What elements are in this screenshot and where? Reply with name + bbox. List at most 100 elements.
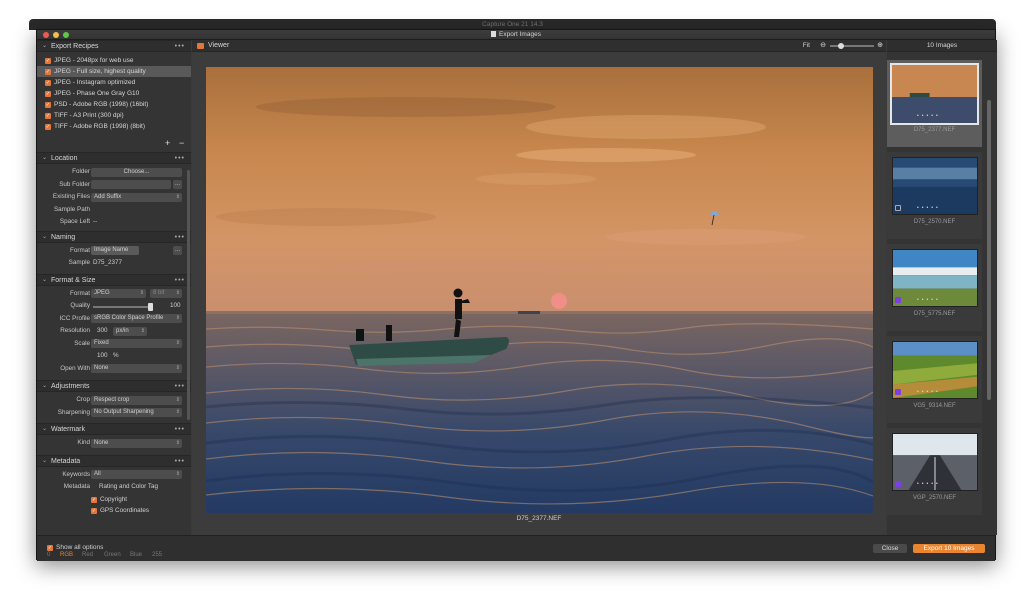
thumbnail[interactable]: ••••• D75_2570.NEF xyxy=(887,152,982,239)
window-title-text: Export Images xyxy=(499,31,541,38)
thumbnail[interactable]: ••••• D75_5775.NEF xyxy=(887,244,982,331)
section-title: Watermark xyxy=(51,426,85,433)
thumbnail[interactable]: ••••• VG5_9314.NEF xyxy=(887,336,982,423)
existing-files-select[interactable]: Add Suffix ⇕ xyxy=(91,192,182,202)
subfolder-input[interactable] xyxy=(91,180,171,189)
zoom-slider-handle[interactable] xyxy=(838,43,844,49)
remove-recipe-button[interactable]: − xyxy=(179,138,184,148)
export-recipes-header[interactable]: ⌄ Export Recipes ••• xyxy=(37,40,191,52)
recipe-checkbox[interactable]: ✓ xyxy=(45,90,51,97)
copyright-checkbox[interactable]: ✓ xyxy=(91,496,97,503)
rating-stars[interactable]: ••••• xyxy=(917,481,941,487)
recipe-checkbox[interactable]: ✓ xyxy=(45,123,51,130)
more-icon[interactable]: ••• xyxy=(175,153,185,164)
quality-value[interactable]: 100 xyxy=(170,301,181,311)
naming-header[interactable]: ⌄ Naming ••• xyxy=(37,230,191,243)
adjustments-header[interactable]: ⌄ Adjustments ••• xyxy=(37,380,191,392)
rating-stars[interactable]: ••••• xyxy=(917,297,941,303)
show-all-checkbox[interactable]: ✓ xyxy=(47,545,53,551)
thumbnail[interactable]: ••••• D75_2377.NEF xyxy=(887,60,982,147)
recipe-checkbox[interactable]: ✓ xyxy=(45,101,51,108)
more-icon[interactable]: ••• xyxy=(175,275,185,286)
zoom-slider[interactable] xyxy=(830,45,874,47)
open-with-value: None xyxy=(94,365,109,371)
recipe-item[interactable]: ✓ TIFF - A3 Print (300 dpi) xyxy=(37,110,191,121)
metadata-header[interactable]: ⌄ Metadata ••• xyxy=(37,454,191,467)
copyright-option[interactable]: ✓ Copyright xyxy=(37,494,191,506)
color-tag[interactable] xyxy=(895,481,901,487)
recipe-item-selected[interactable]: ✓ JPEG - Full size, highest quality xyxy=(37,66,191,77)
naming-format-token[interactable]: Image Name xyxy=(91,246,139,255)
watermark-kind-select[interactable]: None ⇕ xyxy=(91,438,182,448)
quality-slider[interactable] xyxy=(93,305,153,308)
recipe-checkbox[interactable]: ✓ xyxy=(45,112,51,119)
format-select[interactable]: JPEG ⇕ xyxy=(91,289,146,298)
chevron-down-icon: ⌄ xyxy=(42,426,48,432)
rating-stars[interactable]: ••••• xyxy=(917,389,941,395)
scale-select[interactable]: Fixed ⇕ xyxy=(91,339,182,348)
icc-profile-select[interactable]: sRGB Color Space Profile ⇕ xyxy=(91,314,182,323)
stepper-icon: ⇕ xyxy=(175,409,180,415)
left-panel-scrollbar[interactable] xyxy=(187,170,190,420)
section-title: Export Recipes xyxy=(51,43,99,50)
crop-select[interactable]: Respect crop ⇕ xyxy=(91,395,182,405)
channel-blue[interactable]: Blue xyxy=(130,552,142,558)
export-button[interactable]: Export 10 Images xyxy=(913,544,985,553)
format-size-header[interactable]: ⌄ Format & Size ••• xyxy=(37,273,191,286)
export-settings-panel: ⌄ Export Recipes ••• ✓ JPEG - 2048px for we… xyxy=(37,40,191,535)
rating-stars[interactable]: ••••• xyxy=(917,205,941,211)
recipe-item[interactable]: ✓ TIFF - Adobe RGB (1998) (8bit) xyxy=(37,121,191,132)
fit-button[interactable]: Fit xyxy=(803,41,810,51)
thumbnail-name: D75_2377.NEF xyxy=(913,127,956,133)
more-icon[interactable]: ••• xyxy=(175,41,185,52)
thumbnail[interactable]: ••••• VGP_2570.NEF xyxy=(887,428,982,515)
zoom-out-icon[interactable]: ⊖ xyxy=(820,41,826,49)
thumbnail-name: VGP_2570.NEF xyxy=(912,495,957,501)
rating-stars[interactable]: ••••• xyxy=(917,113,941,119)
recipe-item[interactable]: ✓ JPEG - 2048px for web use xyxy=(37,55,191,66)
zoom-in-icon[interactable]: ⊕ xyxy=(877,41,883,49)
histogram-max: 255 xyxy=(152,552,163,558)
close-button[interactable]: Close xyxy=(873,544,907,553)
browser-scrollbar[interactable] xyxy=(987,100,991,400)
naming-format-button[interactable]: ... xyxy=(173,246,182,255)
gps-checkbox[interactable]: ✓ xyxy=(91,508,97,514)
color-tag[interactable] xyxy=(895,297,901,303)
viewer-title: Viewer xyxy=(208,42,230,49)
open-with-select[interactable]: None ⇕ xyxy=(91,364,182,373)
recipe-checkbox[interactable]: ✓ xyxy=(45,57,51,64)
watermark-header[interactable]: ⌄ Watermark ••• xyxy=(37,423,191,435)
recipe-item[interactable]: ✓ JPEG - Instagram optimized xyxy=(37,77,191,88)
resolution-value[interactable]: 300 xyxy=(97,326,108,336)
color-tag[interactable] xyxy=(895,389,901,395)
bit-depth-select[interactable]: 8 bit ⇕ xyxy=(150,289,182,298)
scale-percent-value[interactable]: 100 xyxy=(97,351,108,361)
more-icon[interactable]: ••• xyxy=(175,424,185,435)
subfolder-tokens-button[interactable]: ... xyxy=(173,180,182,189)
copyright-label: Copyright xyxy=(100,495,127,503)
choose-folder-button[interactable]: Choose... xyxy=(91,167,182,177)
keywords-select[interactable]: All ⇕ xyxy=(91,470,182,479)
location-header[interactable]: ⌄ Location ••• xyxy=(37,152,191,164)
color-tag[interactable] xyxy=(895,205,901,211)
more-icon[interactable]: ••• xyxy=(175,381,185,392)
sample-path-label: Sample Path xyxy=(53,205,90,213)
gps-label: GPS Coordinates xyxy=(100,507,150,514)
recipe-checkbox[interactable]: ✓ xyxy=(45,68,51,75)
more-icon[interactable]: ••• xyxy=(175,456,185,467)
resolution-unit-select[interactable]: px/in ⇕ xyxy=(113,326,147,336)
channel-red[interactable]: Red xyxy=(82,552,93,558)
quality-slider-handle[interactable] xyxy=(148,302,153,311)
recipe-item[interactable]: ✓ JPEG - Phase One Gray G10 xyxy=(37,88,191,99)
recipe-item[interactable]: ✓ PSD - Adobe RGB (1998) (16bit) xyxy=(37,99,191,110)
add-recipe-button[interactable]: + xyxy=(165,138,170,148)
channel-green[interactable]: Green xyxy=(104,552,121,558)
more-icon[interactable]: ••• xyxy=(175,232,185,243)
section-title: Metadata xyxy=(51,457,81,465)
channel-rgb[interactable]: RGB xyxy=(60,552,73,558)
sharpening-select[interactable]: No Output Sharpening ⇕ xyxy=(91,408,182,417)
existing-files-value: Add Suffix xyxy=(94,193,122,200)
recipe-checkbox[interactable]: ✓ xyxy=(45,79,51,86)
gps-option[interactable]: ✓ GPS Coordinates xyxy=(37,505,191,517)
quality-label: Quality xyxy=(70,302,90,309)
